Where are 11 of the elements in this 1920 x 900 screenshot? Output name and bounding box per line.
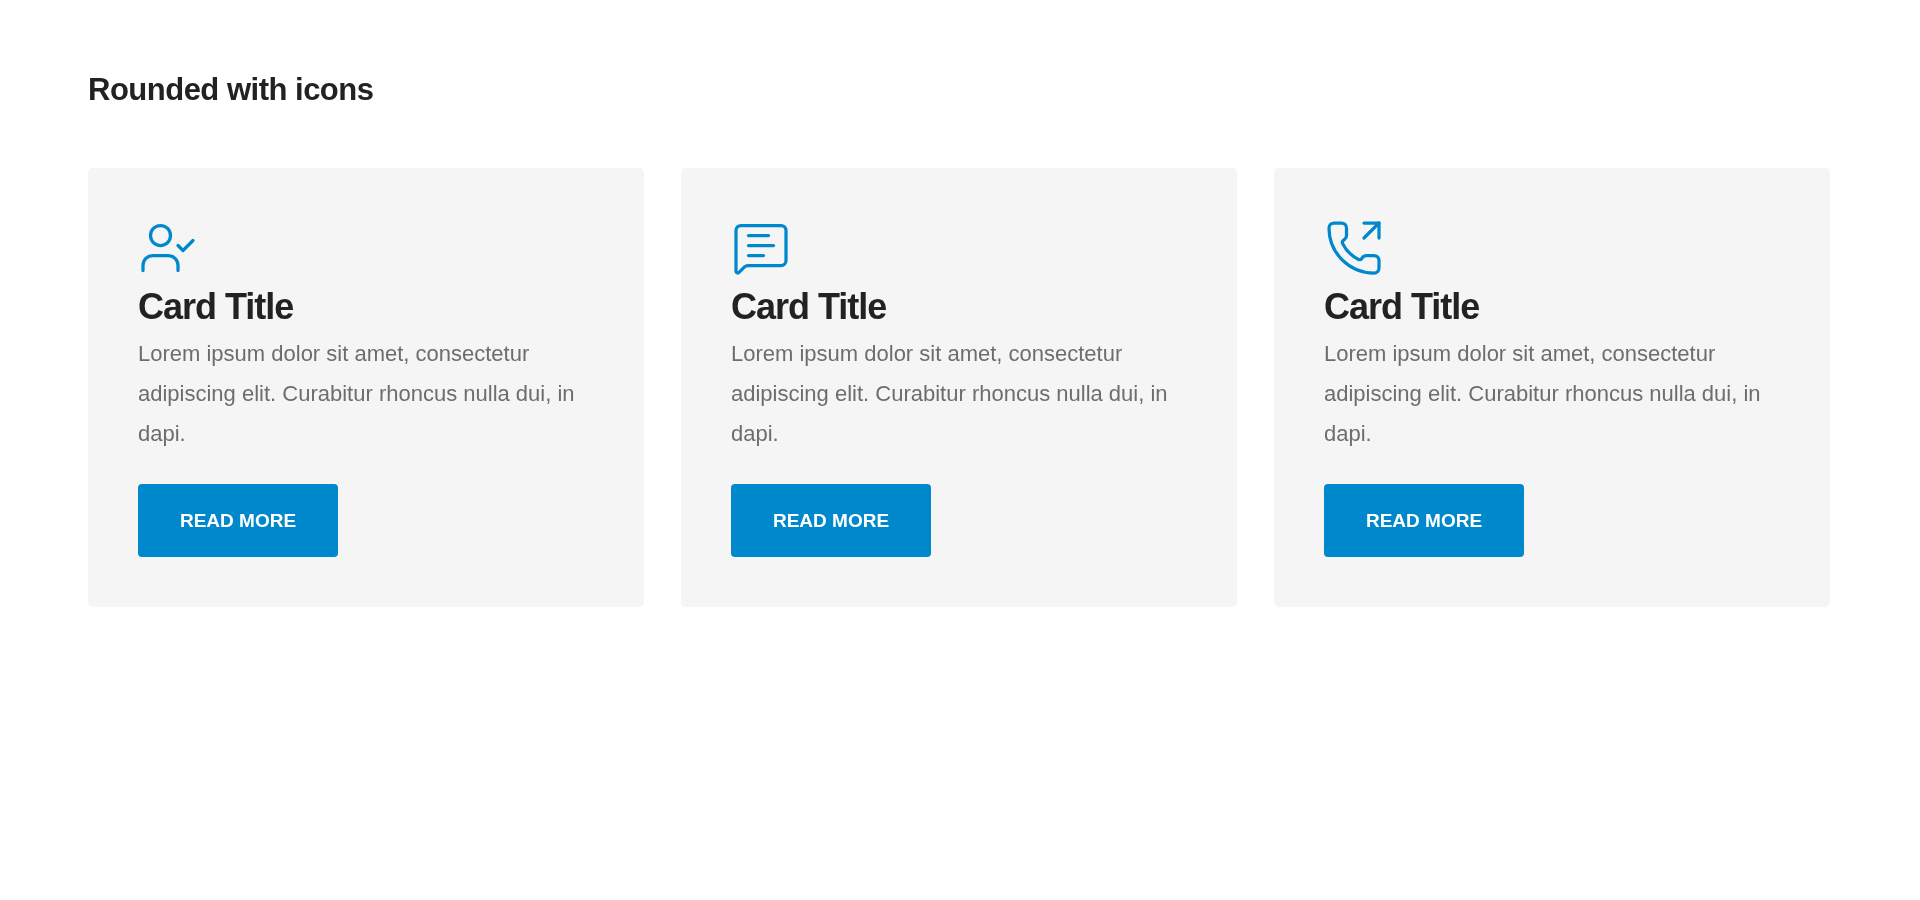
card-text: Lorem ipsum dolor sit amet, consectetur adipiscing elit. Curabitur rhoncus nulla dui, in dapi. (731, 340, 1169, 448)
read-more-button[interactable]: READ MORE (731, 484, 931, 557)
card-text: Lorem ipsum dolor sit amet, consectetur adipiscing elit. Curabitur rhoncus nulla dui, in dapi. (138, 340, 576, 448)
card-title: Card Title (1324, 286, 1480, 328)
read-more-button[interactable]: READ MORE (1324, 484, 1524, 557)
read-more-button[interactable]: READ MORE (138, 484, 338, 557)
section-heading: Rounded with icons (88, 72, 375, 108)
card-title: Card Title (138, 286, 294, 328)
card-title: Card Title (731, 286, 887, 328)
phone-outgoing-icon (1324, 218, 1384, 278)
card-text: Lorem ipsum dolor sit amet, consectetur adipiscing elit. Curabitur rhoncus nulla dui, in dapi. (1324, 340, 1762, 448)
